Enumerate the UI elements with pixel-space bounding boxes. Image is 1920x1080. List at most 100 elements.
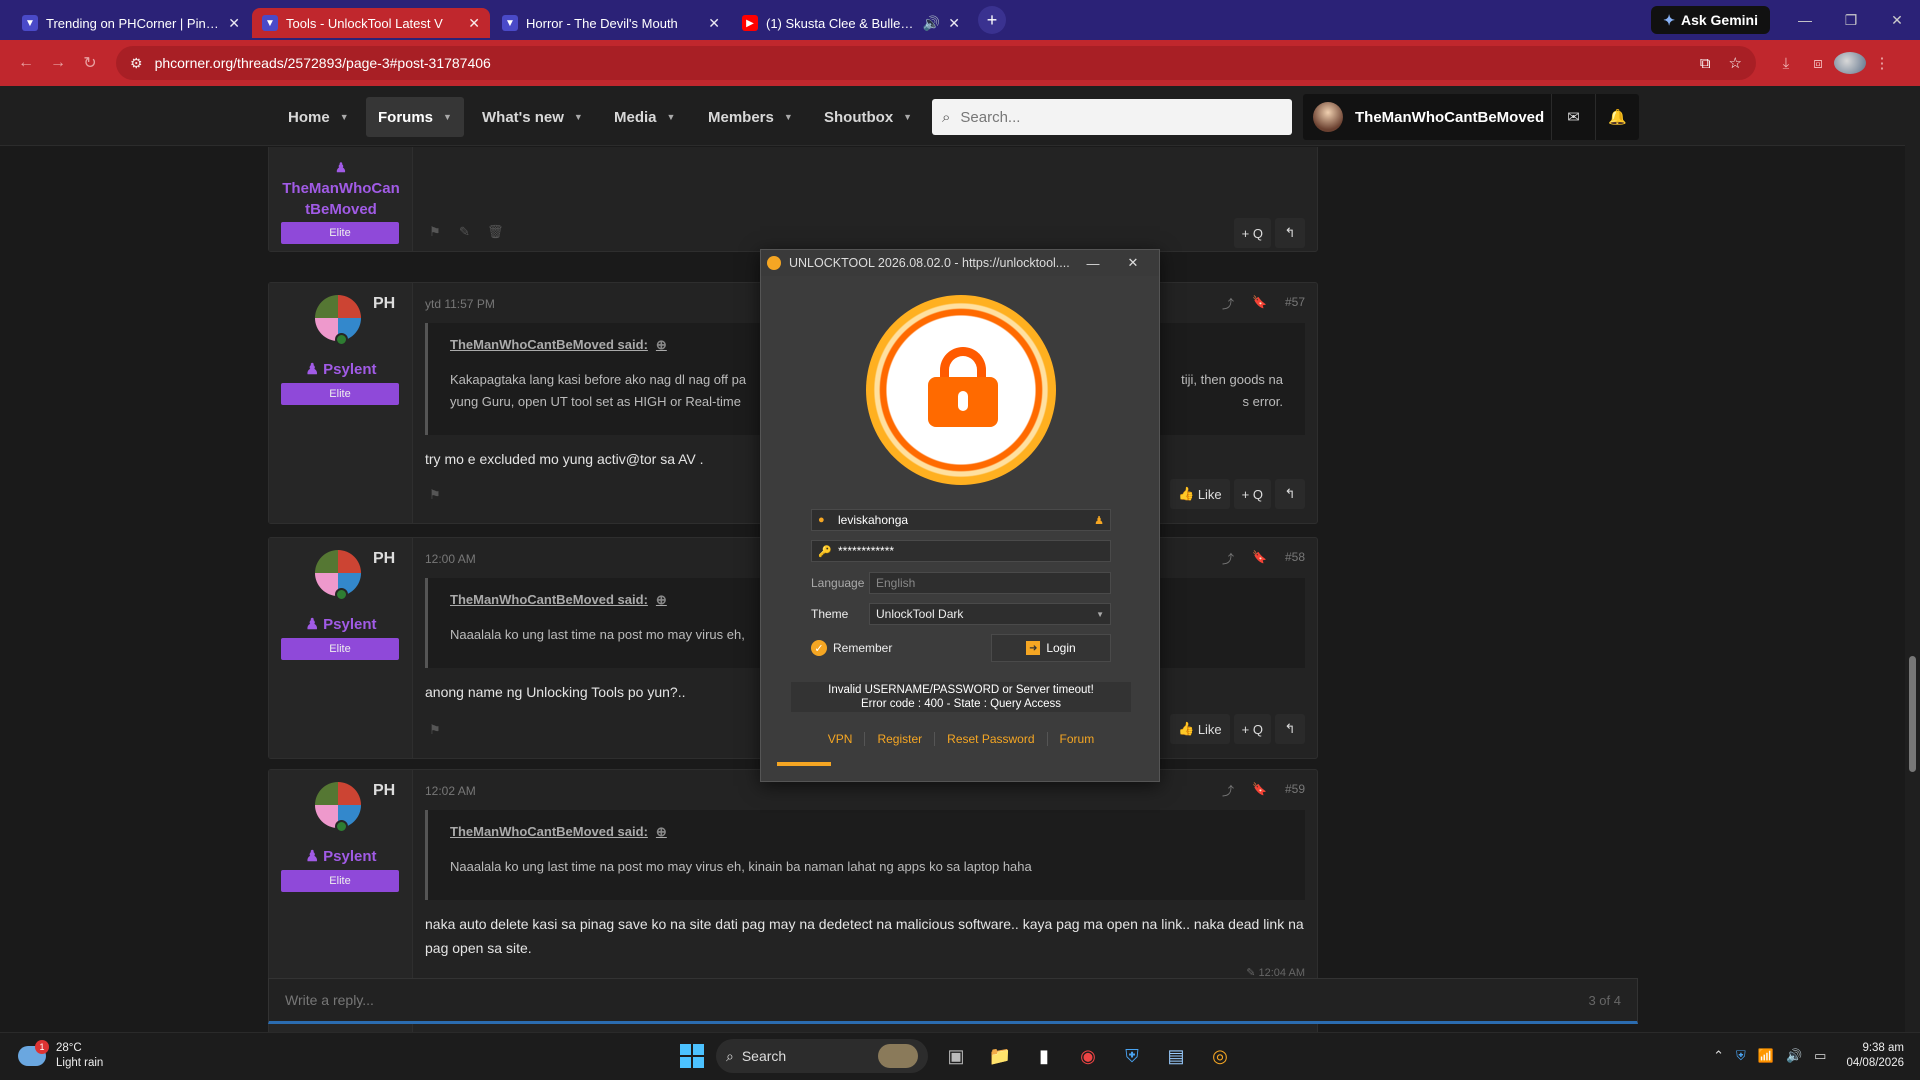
post-time[interactable]: ytd 11:57 PM [425, 297, 495, 311]
page-scrollbar[interactable] [1905, 86, 1920, 1032]
post-time[interactable]: 12:02 AM [425, 784, 476, 798]
password-field[interactable]: 🔑 ************ [811, 540, 1111, 562]
shield-app-icon[interactable]: ⛨ [1116, 1040, 1148, 1072]
menu-kebab-icon[interactable]: ⋮ [1866, 54, 1898, 72]
avatar[interactable] [1313, 102, 1343, 132]
username-field[interactable]: ● leviskahonga ♟ [811, 509, 1111, 531]
file-explorer-icon[interactable]: 📁 [984, 1040, 1016, 1072]
bookmark-icon[interactable]: 🔖 [1252, 295, 1267, 312]
back-icon[interactable]: ← [10, 47, 42, 79]
edit-icon[interactable]: ✎ [459, 224, 470, 240]
post-username[interactable]: ♟ Psylent [269, 847, 413, 865]
bookmark-star-icon[interactable]: ☆ [1729, 54, 1742, 72]
post-username[interactable]: ♟ Psylent [269, 360, 413, 378]
battery-icon[interactable]: ▭ [1814, 1048, 1826, 1064]
jump-to-quote-icon[interactable]: ⊕ [656, 337, 667, 352]
forward-icon[interactable]: → [42, 47, 74, 79]
wifi-icon[interactable]: 📶 [1758, 1048, 1774, 1064]
browser-tab-active[interactable]: ▼ Tools - UnlockTool Latest V ✕ [252, 8, 490, 38]
account-username[interactable]: TheManWhoCantBeMoved [1355, 109, 1551, 126]
remember-checkbox[interactable]: ✓ Remember [811, 640, 892, 656]
register-link[interactable]: Register [865, 732, 936, 746]
quote-button[interactable]: + Q [1233, 479, 1271, 509]
flag-icon[interactable]: ⚑ [429, 722, 441, 738]
nav-whats-new[interactable]: What's new ▼ [470, 97, 595, 137]
flag-icon[interactable]: ⚑ [429, 224, 441, 240]
quote-button[interactable]: + Q [1233, 218, 1271, 248]
login-button[interactable]: ➜ Login [991, 634, 1111, 662]
caret-down-icon[interactable]: ▼ [443, 112, 452, 122]
bookmark-icon[interactable]: 🔖 [1252, 550, 1267, 567]
post-username[interactable]: ♟ Psylent [269, 615, 413, 633]
browser-tab[interactable]: ▼ Trending on PHCorner | Pinoy I ✕ [12, 8, 250, 38]
volume-icon[interactable]: 🔊 [1786, 1048, 1802, 1064]
close-icon[interactable]: ✕ [228, 15, 240, 32]
reply-icon[interactable]: ↰ [1275, 218, 1305, 248]
flag-icon[interactable]: ⚑ [429, 487, 441, 503]
profile-icon[interactable] [1834, 52, 1866, 74]
caret-down-icon[interactable]: ▼ [784, 112, 793, 122]
share-icon[interactable]: ⤴ [1222, 782, 1234, 799]
site-info-icon[interactable]: ⚙ [130, 55, 143, 72]
site-search-input[interactable]: ⌕ Search... [932, 99, 1292, 135]
dialog-titlebar[interactable]: UNLOCKTOOL 2026.08.02.0 - https://unlock… [761, 250, 1159, 276]
post-number[interactable]: #58 [1285, 550, 1305, 567]
install-app-icon[interactable]: ⧉ [1700, 55, 1711, 72]
weather-widget[interactable]: 1 28°C Light rain [18, 1040, 103, 1071]
quote-author[interactable]: TheManWhoCantBeMoved said: ⊕ [450, 824, 1283, 840]
forum-link[interactable]: Forum [1048, 732, 1107, 746]
close-icon[interactable]: ✕ [1113, 255, 1153, 271]
vpn-link[interactable]: VPN [816, 732, 866, 746]
task-view-icon[interactable]: ▣ [940, 1040, 972, 1072]
reply-icon[interactable]: ↰ [1275, 479, 1305, 509]
speaker-icon[interactable]: 🔊 [923, 15, 940, 32]
defender-icon[interactable]: ⛨ [1736, 1048, 1746, 1064]
language-select[interactable]: English [869, 572, 1111, 594]
reply-icon[interactable]: ↰ [1275, 714, 1305, 744]
share-icon[interactable]: ⤴ [1222, 550, 1234, 567]
reset-password-link[interactable]: Reset Password [935, 732, 1048, 746]
post-username-cont[interactable]: tBeMoved [269, 201, 413, 218]
minimize-icon[interactable]: — [1782, 0, 1828, 40]
taskbar-search[interactable]: ⌕ Search [716, 1039, 928, 1073]
post-number[interactable]: #57 [1285, 295, 1305, 312]
audio-app-icon[interactable]: ▮ [1028, 1040, 1060, 1072]
url-field[interactable]: ⚙ phcorner.org/threads/2572893/page-3#po… [116, 46, 1756, 80]
close-window-icon[interactable]: ✕ [1874, 0, 1920, 40]
caret-down-icon[interactable]: ▼ [667, 112, 676, 122]
ask-gemini-button[interactable]: ✦ Ask Gemini [1651, 6, 1770, 34]
like-button[interactable]: 👍 Like [1170, 714, 1230, 744]
theme-select[interactable]: UnlockTool Dark ▼ [869, 603, 1111, 625]
chrome-icon[interactable]: ◉ [1072, 1040, 1104, 1072]
monitor-app-icon[interactable]: ▤ [1160, 1040, 1192, 1072]
caret-down-icon[interactable]: ▼ [574, 112, 583, 122]
scrollbar-thumb[interactable] [1909, 656, 1916, 772]
nav-shoutbox[interactable]: Shoutbox ▼ [812, 97, 924, 137]
new-tab-button[interactable]: + [978, 6, 1006, 34]
chevron-up-icon[interactable]: ⌃ [1713, 1048, 1724, 1064]
post-number[interactable]: #59 [1285, 782, 1305, 799]
post-time[interactable]: 12:00 AM [425, 552, 476, 566]
caret-down-icon[interactable]: ▼ [340, 112, 349, 122]
start-button[interactable] [680, 1044, 704, 1068]
close-icon[interactable]: ✕ [948, 15, 960, 32]
browser-tab[interactable]: ▼ Horror - The Devil's Mouth ✕ [492, 8, 730, 38]
bell-icon[interactable]: 🔔 [1595, 94, 1639, 140]
delete-icon[interactable]: 🗑 [487, 224, 504, 240]
inbox-icon[interactable]: ✉ [1551, 94, 1595, 140]
nav-home[interactable]: Home ▼ [276, 97, 361, 137]
nav-members[interactable]: Members ▼ [696, 97, 805, 137]
nav-media[interactable]: Media ▼ [602, 97, 687, 137]
quick-reply-input[interactable]: Write a reply... 3 of 4 [268, 978, 1638, 1024]
clock[interactable]: 9:38 am 04/08/2026 [1846, 1041, 1904, 1071]
download-icon[interactable]: ⤓ [1770, 55, 1802, 72]
minimize-icon[interactable]: — [1073, 256, 1113, 271]
caret-down-icon[interactable]: ▼ [903, 112, 912, 122]
reload-icon[interactable]: ↻ [74, 47, 106, 79]
unlocktool-taskbar-icon[interactable]: ◎ [1204, 1040, 1236, 1072]
post-username[interactable]: TheManWhoCan [269, 180, 413, 197]
extensions-icon[interactable]: ⧈ [1802, 55, 1834, 72]
restore-icon[interactable]: ❐ [1828, 0, 1874, 40]
browser-tab[interactable]: ▶ (1) Skusta Clee & Bullet D - 🔊 ✕ [732, 8, 970, 38]
jump-to-quote-icon[interactable]: ⊕ [656, 592, 667, 607]
